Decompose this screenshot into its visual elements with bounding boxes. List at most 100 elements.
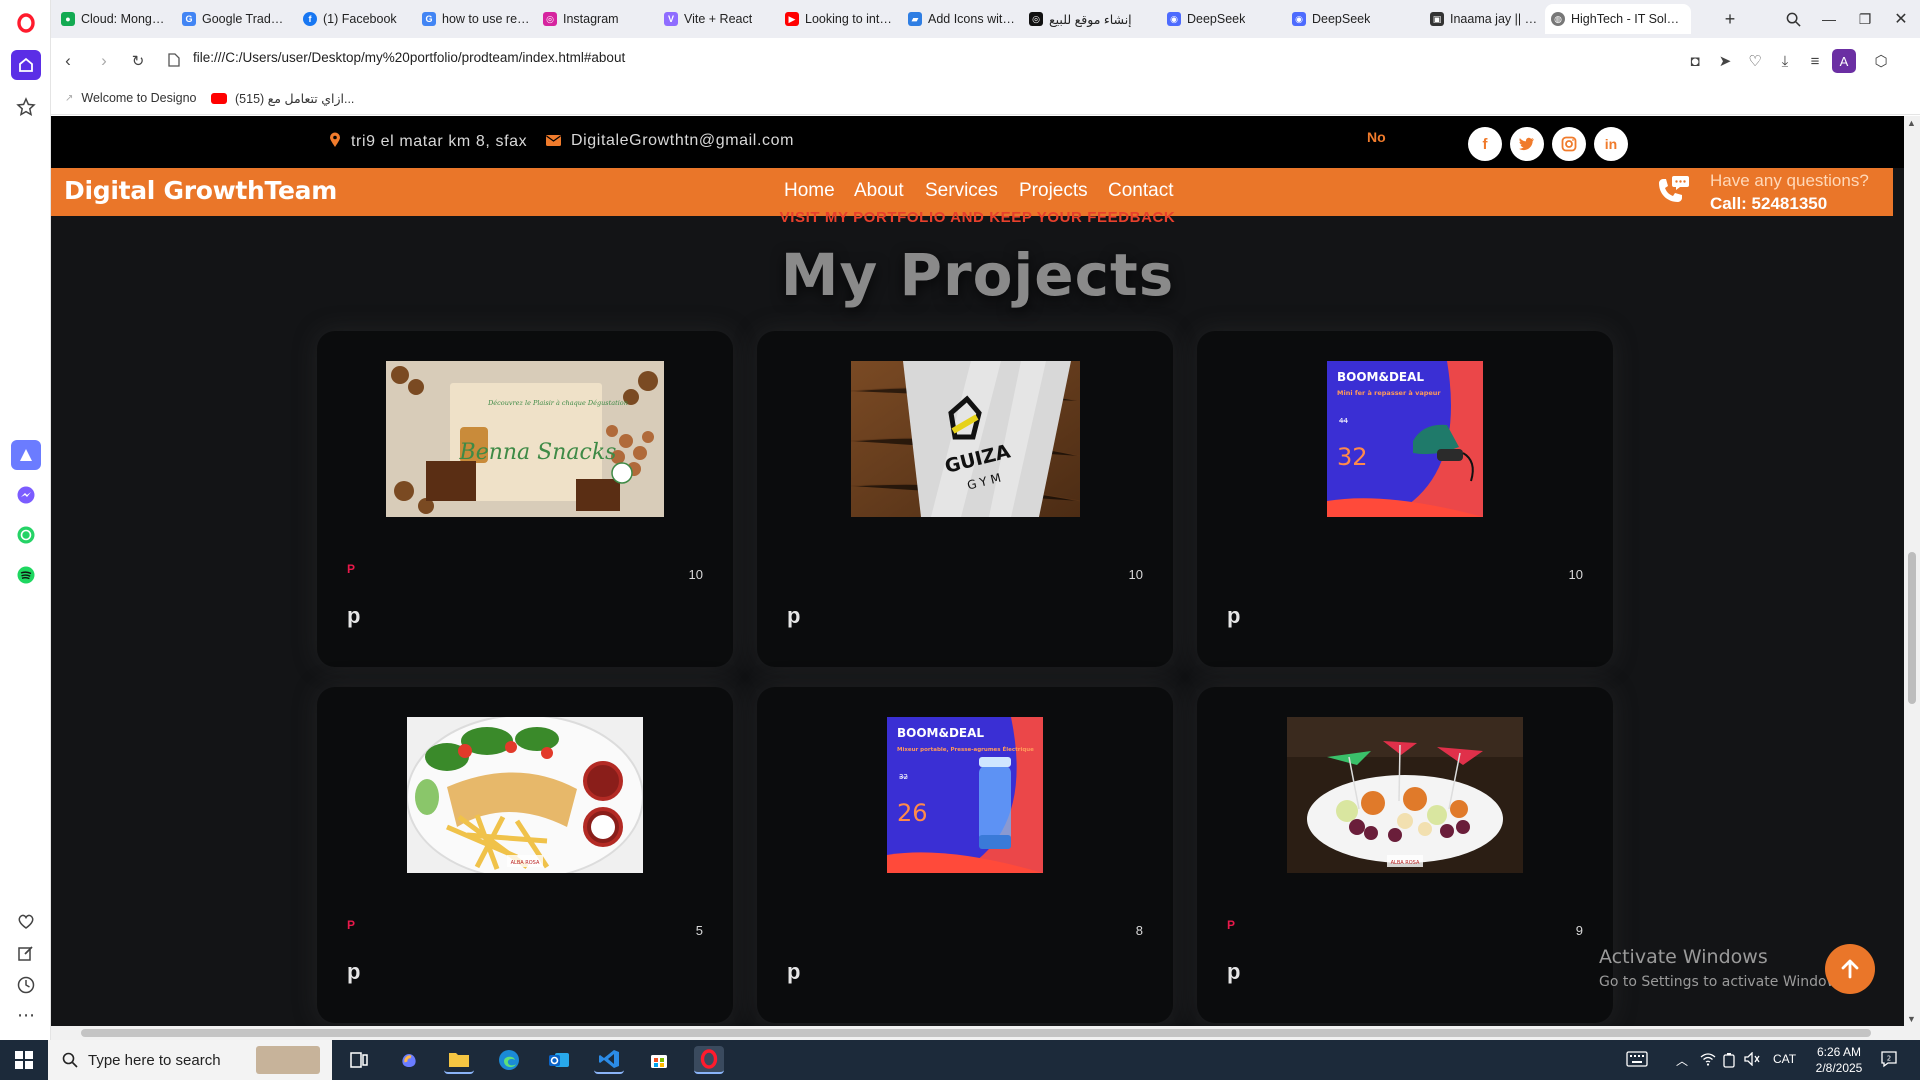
project-title[interactable]: p (347, 959, 360, 985)
instagram-icon[interactable] (1552, 127, 1586, 161)
tab-add-icons[interactable]: ▰ Add Icons with R (902, 4, 1022, 34)
project-card[interactable]: ALBA ROSA P 5 p (317, 687, 733, 1023)
taskbar-search-input[interactable]: Type here to search (48, 1040, 332, 1080)
address-info: tri9 el matar km 8, sfax (329, 132, 527, 152)
project-title[interactable]: p (1227, 603, 1240, 629)
tab-google-translate[interactable]: G Google Traductio (176, 4, 296, 34)
edit-icon[interactable] (11, 938, 41, 968)
forward-button[interactable]: › (91, 48, 117, 74)
url-field[interactable]: file:///C:/Users/user/Desktop/my%20portf… (193, 50, 625, 65)
bookmark-youtube[interactable]: (515) ازاي تتعامل مع... (211, 91, 354, 106)
vertical-scroll-thumb[interactable] (1908, 552, 1916, 704)
bookmark-designo[interactable]: ↗ Welcome to Designo (65, 91, 197, 105)
twitter-icon[interactable] (1510, 127, 1544, 161)
project-image-guiza-gym[interactable]: GUIZA GYM (851, 361, 1080, 517)
nav-about[interactable]: About (854, 180, 904, 202)
tab-arabic-site[interactable]: ◎ إنشاء موقع للبيع (1023, 4, 1153, 34)
project-title[interactable]: p (787, 959, 800, 985)
project-card[interactable]: BOOM&DEAL Mixeur portable, Presse-agrume… (757, 687, 1173, 1023)
notifications-icon[interactable]: 2 (1880, 1050, 1898, 1071)
aria-icon[interactable] (11, 440, 41, 470)
copilot-icon[interactable] (394, 1046, 424, 1074)
nav-home[interactable]: Home (784, 180, 835, 202)
project-title[interactable]: p (347, 603, 360, 629)
task-view-icon[interactable] (344, 1046, 374, 1074)
new-tab-button[interactable]: + (1715, 6, 1745, 32)
clock[interactable]: 6:26 AM 2/8/2025 (1815, 1045, 1863, 1075)
menu-icon[interactable]: ≡ (1802, 48, 1828, 74)
opera-taskbar-icon[interactable] (694, 1046, 724, 1074)
more-icon[interactable]: ⋯ (11, 1000, 41, 1030)
messenger-icon[interactable] (11, 480, 41, 510)
volume-icon[interactable] (1744, 1051, 1760, 1069)
close-window-button[interactable]: ✕ (1886, 6, 1916, 32)
brand-logo[interactable]: Digital GrowthTeam (64, 176, 337, 205)
project-card[interactable]: Découvrez le Plaisir à chaque Dégustatio… (317, 331, 733, 667)
chevron-up-icon[interactable]: ︿ (1676, 1052, 1688, 1069)
spotify-icon[interactable] (11, 560, 41, 590)
tab-facebook[interactable]: f (1) Facebook (297, 4, 415, 34)
tab-deepseek-1[interactable]: ◉ DeepSeek (1161, 4, 1281, 34)
whatsapp-icon[interactable] (11, 520, 41, 550)
extensions-icon[interactable]: ⬡ (1868, 48, 1894, 74)
tab-title: Cloud: MongoDB (81, 12, 169, 26)
download-icon[interactable]: ⤓ (1772, 48, 1798, 74)
facebook-icon[interactable]: f (1468, 127, 1502, 161)
opera-logo-icon[interactable] (11, 8, 41, 38)
linkedin-icon[interactable]: in (1594, 127, 1628, 161)
profile-avatar[interactable]: A (1832, 49, 1856, 73)
vertical-scrollbar[interactable]: ▲ ▼ (1904, 116, 1920, 1026)
tab-mongodb[interactable]: ● Cloud: MongoDB (55, 4, 175, 34)
project-image-boom-deal-blender[interactable]: BOOM&DEAL Mixeur portable, Presse-agrume… (887, 717, 1043, 873)
star-icon[interactable] (11, 92, 41, 122)
heart-icon[interactable]: ♡ (1742, 48, 1768, 74)
project-title[interactable]: p (787, 603, 800, 629)
wifi-icon[interactable] (1700, 1052, 1716, 1069)
tab-google-search[interactable]: G how to use react (416, 4, 536, 34)
project-image-benna-snacks[interactable]: Découvrez le Plaisir à chaque Dégustatio… (386, 361, 664, 517)
horizontal-scroll-thumb[interactable] (81, 1029, 1871, 1037)
restore-button[interactable]: ❐ (1850, 6, 1880, 32)
nav-contact[interactable]: Contact (1108, 180, 1173, 202)
project-card[interactable]: ALBA ROSA P 9 p (1197, 687, 1613, 1023)
horizontal-scrollbar[interactable] (51, 1026, 1920, 1040)
back-button[interactable]: ‹ (55, 48, 81, 74)
file-icon (161, 47, 187, 73)
project-card[interactable]: GUIZA GYM 10 p (757, 331, 1173, 667)
store-icon[interactable] (644, 1046, 674, 1074)
file-explorer-icon[interactable] (444, 1046, 474, 1074)
windows-start-icon[interactable] (9, 1046, 39, 1074)
email-text[interactable]: DigitaleGrowthtn@gmail.com (571, 132, 794, 150)
send-icon[interactable]: ➤ (1712, 48, 1738, 74)
nav-services[interactable]: Services (925, 180, 998, 202)
history-icon[interactable] (11, 970, 41, 1000)
project-card[interactable]: BOOM&DEAL Mini fer à repasser à vapeur 4… (1197, 331, 1613, 667)
nav-projects[interactable]: Projects (1019, 180, 1088, 202)
battery-icon[interactable] (1722, 1052, 1736, 1071)
language-indicator[interactable]: CAT (1773, 1052, 1796, 1066)
project-image-crepe-plate[interactable]: ALBA ROSA (407, 717, 643, 873)
scroll-up-arrow-icon[interactable]: ▲ (1907, 118, 1916, 128)
tab-vite-react[interactable]: V Vite + React (658, 4, 778, 34)
edge-icon[interactable] (494, 1046, 524, 1074)
tab-portfolio[interactable]: ▣ Inaama jay || Pers (1424, 4, 1544, 34)
heart-icon[interactable] (11, 906, 41, 936)
camera-icon[interactable]: ◘ (1682, 48, 1708, 74)
minimize-button[interactable]: — (1814, 6, 1844, 32)
reload-button[interactable]: ↻ (125, 48, 151, 74)
vscode-icon[interactable] (594, 1046, 624, 1074)
tab-hightech-active[interactable]: ◍ HighTech - IT Solutions W (1545, 4, 1691, 34)
project-image-boom-deal-iron[interactable]: BOOM&DEAL Mini fer à repasser à vapeur 4… (1327, 361, 1483, 517)
project-image-fruit-plate[interactable]: ALBA ROSA (1287, 717, 1523, 873)
tab-title: how to use react (442, 12, 530, 26)
tab-deepseek-2[interactable]: ◉ DeepSeek (1286, 4, 1406, 34)
scroll-down-arrow-icon[interactable]: ▼ (1907, 1014, 1916, 1024)
tab-instagram[interactable]: ◎ Instagram (537, 4, 657, 34)
outlook-icon[interactable] (544, 1046, 574, 1074)
search-tabs-icon[interactable] (1778, 6, 1808, 32)
tab-youtube[interactable]: ▶ Looking to intera (779, 4, 901, 34)
keyboard-icon[interactable] (1626, 1051, 1648, 1070)
home-icon[interactable] (11, 50, 41, 80)
project-title[interactable]: p (1227, 959, 1240, 985)
scroll-to-top-button[interactable] (1825, 944, 1875, 994)
